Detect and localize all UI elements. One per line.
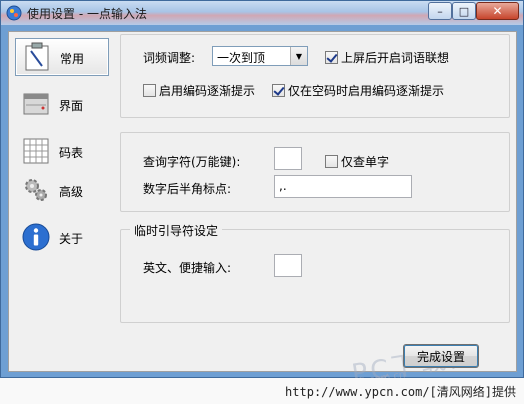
punct-label: 数字后半角标点: <box>143 182 232 196</box>
english-input[interactable] <box>274 254 302 277</box>
single-char-checkbox[interactable]: 仅查单字 <box>325 153 389 170</box>
query-char-input[interactable] <box>274 147 302 170</box>
minimize-button[interactable]: – <box>428 2 452 20</box>
sidebar-item-label: 界面 <box>59 99 84 113</box>
assoc-checkbox[interactable]: 上屏后开启词语联想 <box>325 49 449 66</box>
app-icon <box>6 5 22 21</box>
guide-settings-group <box>120 229 510 323</box>
query-label: 查询字符(万能键): <box>143 155 241 169</box>
lookup-settings-group <box>120 132 510 212</box>
gears-icon <box>25 179 47 201</box>
sidebar-item-label: 码表 <box>59 146 84 160</box>
space-hint-checkbox-box[interactable] <box>272 84 285 97</box>
sidebar-item-about[interactable]: 关于 <box>15 219 109 257</box>
guide-group-title: 临时引导符设定 <box>130 222 223 239</box>
space-hint-checkbox[interactable]: 仅在空码时启用编码逐渐提示 <box>272 82 444 99</box>
sidebar-item-common[interactable]: 常用 <box>15 38 109 76</box>
sidebar-item-advanced[interactable]: 高级 <box>15 172 109 210</box>
info-icon <box>22 223 50 251</box>
common-settings-group <box>120 34 510 118</box>
code-hint-checkbox-box[interactable] <box>143 84 156 97</box>
footer-text: http://www.ypcn.com/[清风网络]提供 <box>285 385 516 399</box>
code-hint-checkbox[interactable]: 启用编码逐渐提示 <box>143 82 255 99</box>
chevron-down-icon[interactable]: ▼ <box>290 47 307 65</box>
code-hint-checkbox-label: 启用编码逐渐提示 <box>159 84 256 98</box>
assoc-checkbox-box[interactable] <box>325 51 338 64</box>
freq-select[interactable]: 一次到顶 ▼ <box>212 46 308 66</box>
title-bar[interactable]: 使用设置 - 一点输入法 – □ ✕ <box>1 1 523 25</box>
settings-sidebar: 常用 界面 码表 高级 关于 <box>15 38 111 358</box>
sidebar-item-interface[interactable]: 界面 <box>15 86 109 124</box>
maximize-button[interactable]: □ <box>452 2 476 20</box>
settings-window: 使用设置 - 一点输入法 – □ ✕ 常用 界面 码表 高级 关于 词频调整: … <box>0 0 524 396</box>
freq-select-value: 一次到顶 <box>217 51 266 65</box>
freq-label: 词频调整: <box>143 51 196 65</box>
window-panel-icon <box>23 93 49 115</box>
single-char-checkbox-box[interactable] <box>325 155 338 168</box>
punct-input[interactable]: ,. <box>274 175 412 198</box>
sidebar-item-label: 常用 <box>60 52 85 66</box>
sidebar-item-codetable[interactable]: 码表 <box>15 133 109 171</box>
finish-settings-button[interactable]: 完成设置 <box>403 344 479 368</box>
single-char-checkbox-label: 仅查单字 <box>341 155 390 169</box>
english-label: 英文、便捷输入: <box>143 261 232 275</box>
footer-bar: http://www.ypcn.com/[清风网络]提供 <box>0 378 524 404</box>
grid-table-icon <box>23 138 49 164</box>
sidebar-item-label: 高级 <box>59 185 84 199</box>
close-button[interactable]: ✕ <box>476 2 519 20</box>
assoc-checkbox-label: 上屏后开启词语联想 <box>341 51 450 65</box>
window-title: 使用设置 - 一点输入法 <box>27 7 147 21</box>
sidebar-item-label: 关于 <box>59 232 84 246</box>
settings-client-area: 常用 界面 码表 高级 关于 词频调整: 一次到顶 ▼ 上屏后开启词语联想 启用… <box>8 31 517 396</box>
space-hint-checkbox-label: 仅在空码时启用编码逐渐提示 <box>288 84 445 98</box>
clipboard-pen-icon <box>25 42 49 71</box>
